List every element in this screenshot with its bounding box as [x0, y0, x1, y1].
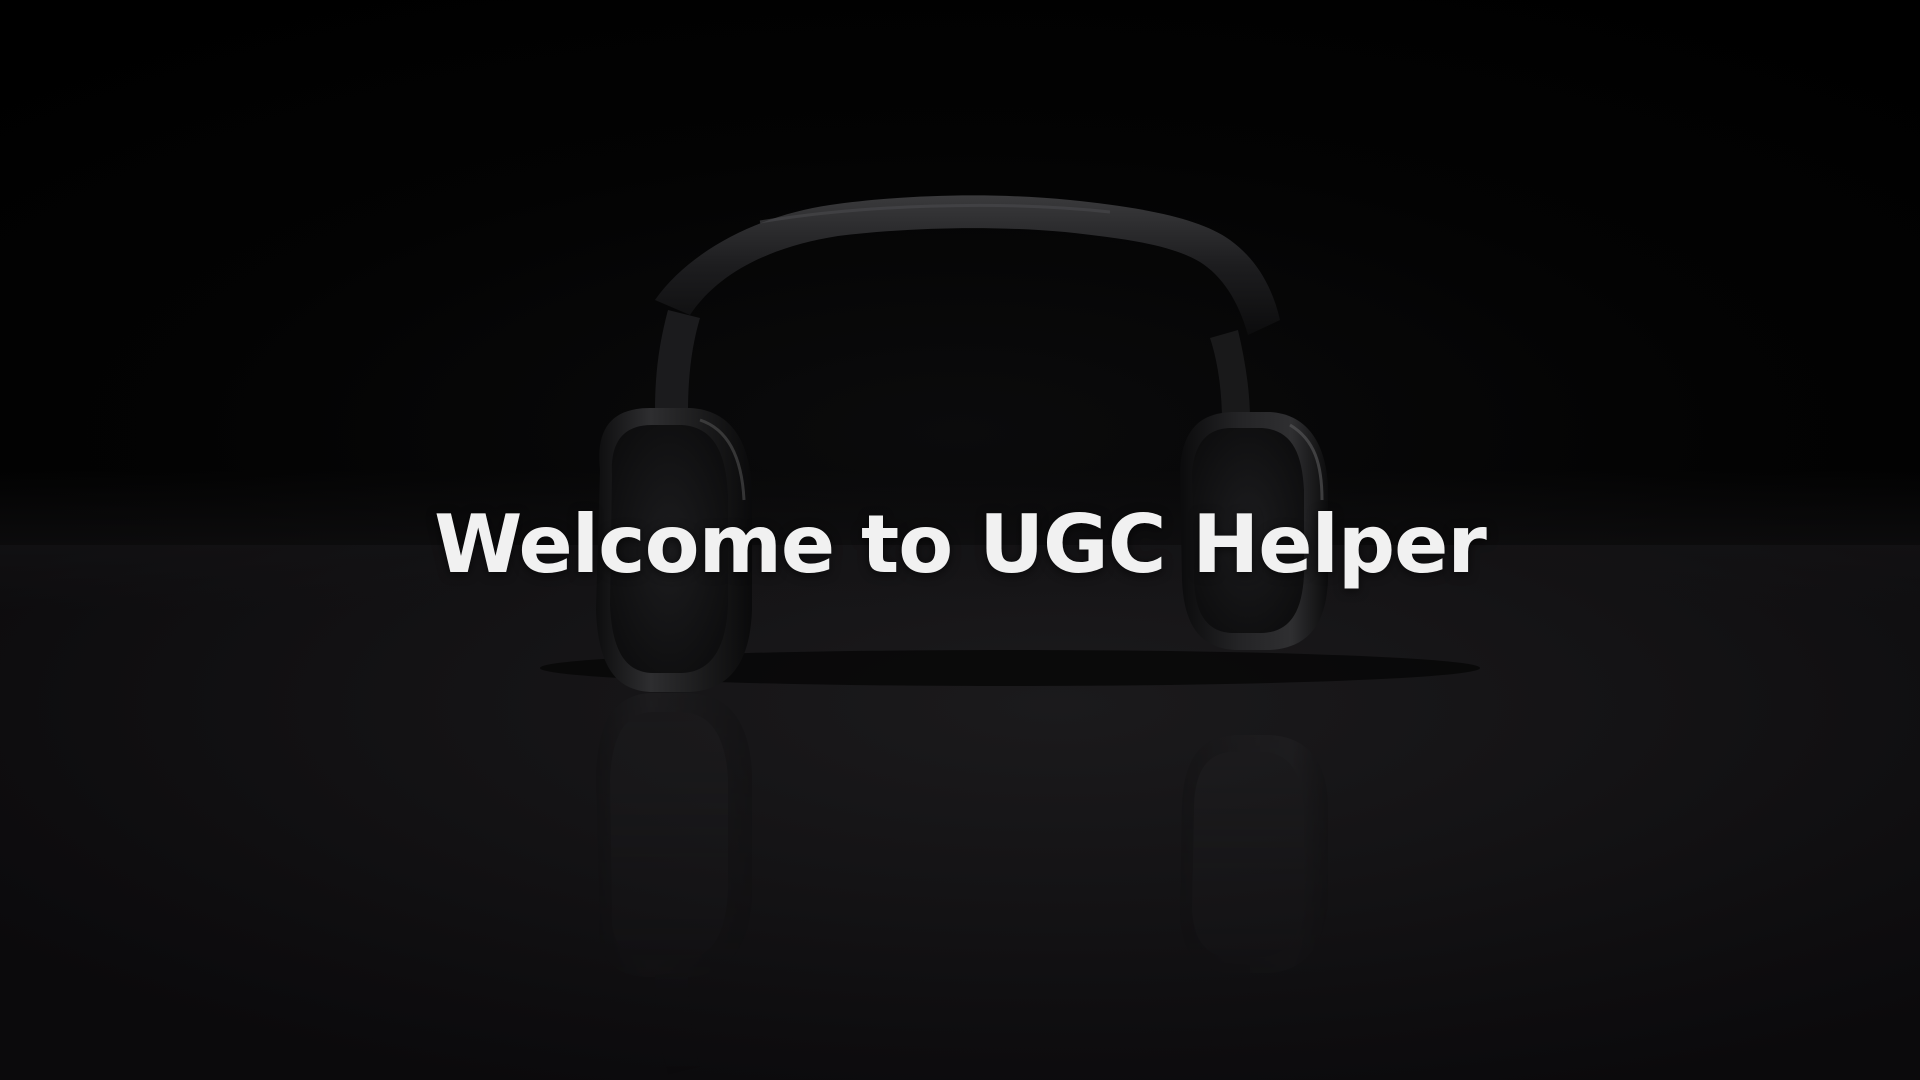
welcome-screen: Welcome to UGC Helper	[0, 0, 1920, 1080]
headband	[655, 195, 1280, 422]
welcome-title: Welcome to UGC Helper	[434, 498, 1487, 591]
headphones-reflection	[596, 693, 1328, 1075]
